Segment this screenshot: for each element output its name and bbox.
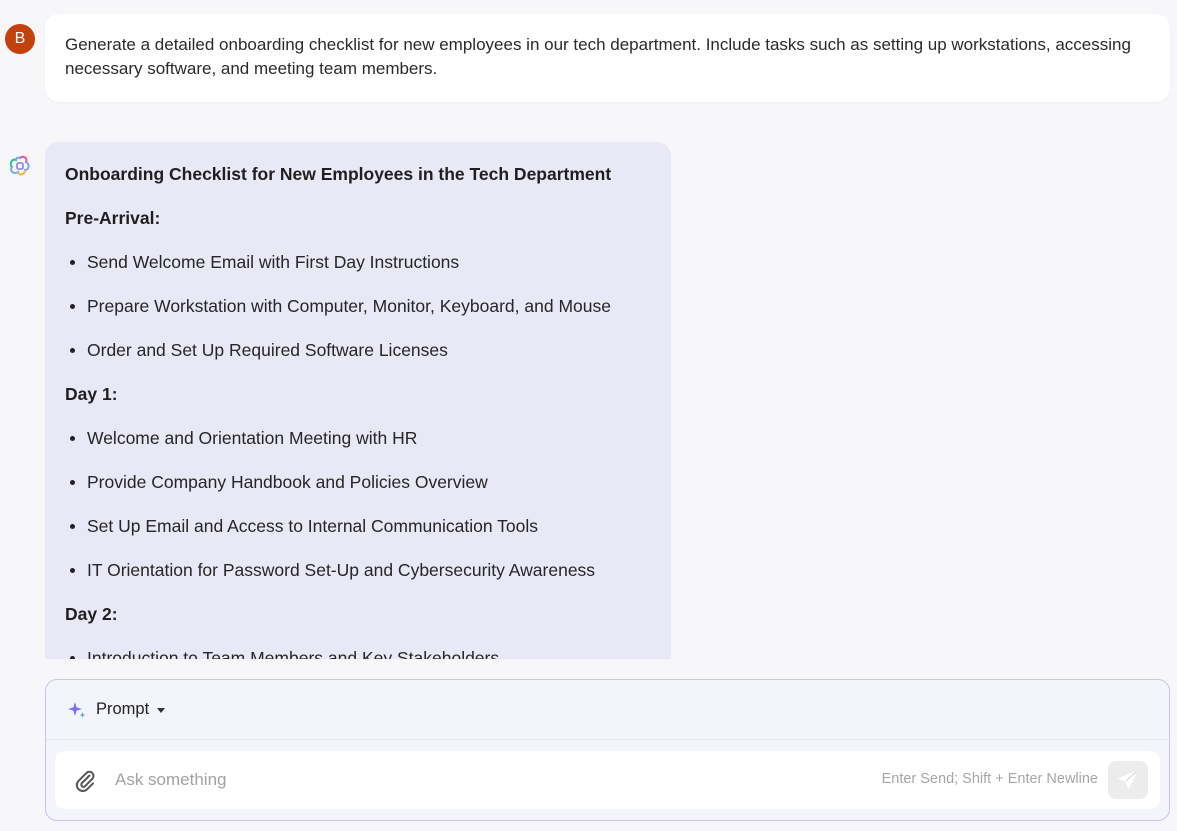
section-heading-day-1: Day 1: [65,384,118,404]
send-icon [1118,770,1138,789]
keyboard-hint: Enter Send; Shift + Enter Newline [881,771,1098,787]
checklist-item: Welcome and Orientation Meeting with HR [65,426,651,450]
checklist-item: Order and Set Up Required Software Licen… [65,338,651,362]
assistant-message-viewport[interactable]: Onboarding Checklist for New Employees i… [45,142,671,659]
prompt-mode-label: Prompt [96,700,150,718]
message-input-area: Enter Send; Shift + Enter Newline [55,751,1160,809]
ask-input[interactable] [115,765,715,795]
section-heading-pre-arrival: Pre-Arrival: [65,208,161,228]
ai-assistant-logo-icon [9,155,30,176]
user-avatar[interactable]: B [5,24,35,54]
sparkle-icon [68,701,86,718]
assistant-message-bubble: Onboarding Checklist for New Employees i… [45,142,671,659]
checklist-item: Prepare Workstation with Computer, Monit… [65,294,651,318]
section-heading-day-2: Day 2: [65,604,118,624]
user-message-text: Generate a detailed onboarding checklist… [65,35,1131,78]
checklist-item: Send Welcome Email with First Day Instru… [65,250,651,274]
composer: Prompt Enter Send; Shift + Enter Newline [45,679,1170,821]
send-button[interactable] [1108,761,1148,799]
chevron-down-icon [157,708,166,713]
user-message-bubble: Generate a detailed onboarding checklist… [45,14,1170,102]
chat-page: B Generate a detailed onboarding checkli… [0,0,1177,831]
checklist-item: IT Orientation for Password Set-Up and C… [65,558,651,582]
response-title: Onboarding Checklist for New Employees i… [65,164,612,184]
prompt-mode-selector[interactable]: Prompt [46,680,1169,740]
checklist-item: Provide Company Handbook and Policies Ov… [65,470,651,494]
paperclip-icon[interactable] [72,767,98,793]
checklist-item: Introduction to Team Members and Key Sta… [65,646,651,659]
checklist-item: Set Up Email and Access to Internal Comm… [65,514,651,538]
